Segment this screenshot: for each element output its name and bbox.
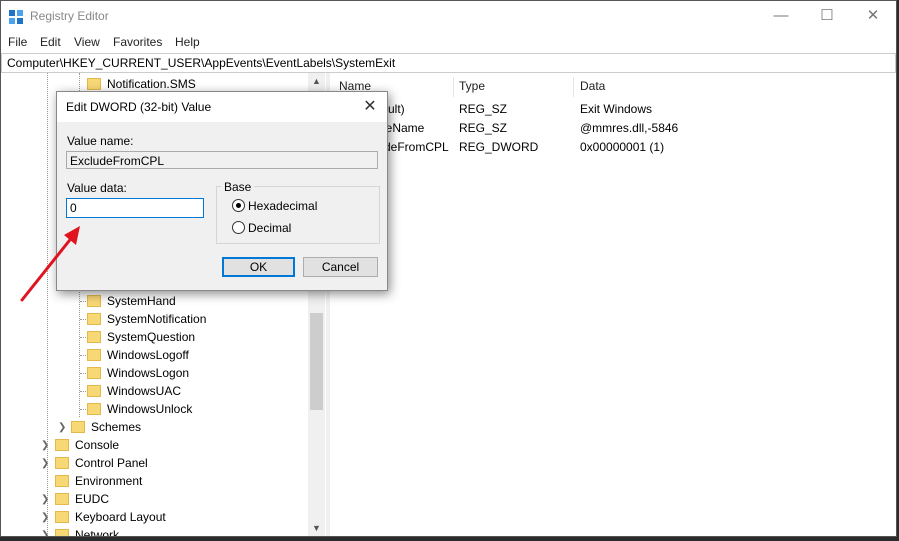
hexadecimal-radio[interactable] [232,199,245,212]
tree-item-schemes[interactable]: Schemes [71,418,141,436]
folder-icon [87,349,101,361]
folder-icon [55,511,69,523]
tree-item-network[interactable]: Network [55,526,119,536]
window-title: Registry Editor [30,9,109,23]
tree-item-systemnotification[interactable]: SystemNotification [87,310,206,328]
folder-icon [71,421,85,433]
value-name-label: Value name: [67,134,134,148]
folder-icon [87,385,101,397]
chevron-right-icon[interactable]: ❯ [41,512,49,523]
value-row-name[interactable]: leName [383,121,424,135]
folder-icon [55,493,69,505]
dialog-title-bar[interactable]: Edit DWORD (32-bit) Value ✕ [57,92,387,122]
column-header-type[interactable]: Type [459,79,485,93]
value-row-data: 0x00000001 (1) [580,140,665,154]
value-row-name[interactable]: ult) [388,102,405,116]
tree-item-windowsuac[interactable]: WindowsUAC [87,382,181,400]
chevron-right-icon[interactable]: ❯ [41,494,49,505]
value-data-input[interactable]: 0 [66,198,204,218]
chevron-right-icon[interactable]: ❯ [41,530,49,536]
registry-editor-window: Registry Editor — ☐ ✕ File Edit View Fav… [0,0,897,537]
folder-icon [87,313,101,325]
menu-help[interactable]: Help [175,35,200,49]
column-header-data[interactable]: Data [580,79,605,93]
value-row-type: REG_DWORD [459,140,539,154]
close-button[interactable]: ✕ [850,1,896,33]
tree-item-keyboard-layout[interactable]: Keyboard Layout [55,508,166,526]
scroll-up-arrow-icon[interactable]: ▲ [308,76,325,86]
tree-item-windowsunlock[interactable]: WindowsUnlock [87,400,192,418]
menu-favorites[interactable]: Favorites [113,35,162,49]
value-data-label: Value data: [67,181,127,195]
value-row-type: REG_SZ [459,121,508,135]
tree-item-systemhand[interactable]: SystemHand [87,292,176,310]
hexadecimal-label[interactable]: Hexadecimal [248,199,317,213]
tree-item-console[interactable]: Console [55,436,119,454]
folder-icon [87,78,101,90]
menu-edit[interactable]: Edit [40,35,61,49]
tree-item-eudc[interactable]: EUDC [55,490,109,508]
ok-button[interactable]: OK [222,257,295,277]
value-row-name[interactable]: deFromCPL [384,140,449,154]
dialog-close-button[interactable]: ✕ [359,96,381,116]
radio-selected-dot [236,203,241,208]
menu-file[interactable]: File [8,35,27,49]
value-row-data: Exit Windows [580,102,653,116]
folder-icon [87,403,101,415]
title-bar[interactable]: Registry Editor — ☐ ✕ [1,1,896,33]
folder-icon [87,367,101,379]
minimize-button[interactable]: — [758,1,804,33]
tree-item-control-panel[interactable]: Control Panel [55,454,148,472]
value-name-field: ExcludeFromCPL [66,151,378,169]
value-row-type: REG_SZ [459,102,508,116]
chevron-right-icon[interactable]: ❯ [41,440,49,451]
folder-icon [55,439,69,451]
base-groupbox [216,186,380,244]
scrollbar-thumb[interactable] [310,313,323,410]
chevron-right-icon[interactable]: ❯ [41,458,49,469]
decimal-radio[interactable] [232,221,245,234]
folder-icon [87,331,101,343]
address-path: Computer\HKEY_CURRENT_USER\AppEvents\Eve… [7,56,396,70]
folder-icon [87,295,101,307]
values-list: Name Type Data ult) REG_SZ Exit Windows … [331,73,896,536]
tree-item-environment[interactable]: Environment [55,472,142,490]
folder-icon [55,457,69,469]
maximize-button[interactable]: ☐ [804,1,850,33]
value-row-data: @mmres.dll,-5846 [580,121,679,135]
base-label: Base [221,180,255,194]
scroll-down-arrow-icon[interactable]: ▼ [308,523,325,533]
menu-view[interactable]: View [74,35,100,49]
folder-icon [55,529,69,536]
menu-bar: File Edit View Favorites Help [1,33,896,53]
folder-icon [55,475,69,487]
chevron-right-icon[interactable]: ❯ [58,422,66,433]
cancel-button[interactable]: Cancel [303,257,378,277]
tree-item-systemquestion[interactable]: SystemQuestion [87,328,195,346]
address-bar[interactable]: Computer\HKEY_CURRENT_USER\AppEvents\Eve… [1,53,896,73]
tree-item-windowslogon[interactable]: WindowsLogon [87,364,189,382]
tree-item-windowslogoff[interactable]: WindowsLogoff [87,346,189,364]
registry-editor-icon [9,10,23,24]
edit-dword-dialog: Edit DWORD (32-bit) Value ✕ Value name: … [56,91,388,291]
decimal-label[interactable]: Decimal [248,221,291,235]
dialog-title: Edit DWORD (32-bit) Value [66,100,212,114]
